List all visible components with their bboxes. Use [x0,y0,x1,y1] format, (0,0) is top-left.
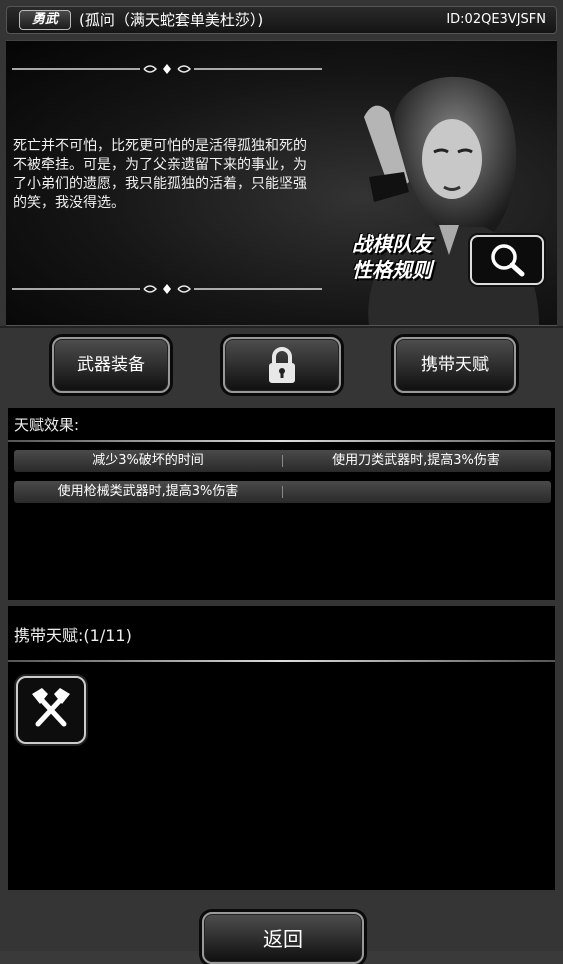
ornament-divider-bottom [12,284,322,294]
effect-cell: 使用刀类武器时,提高3%伤害 [332,453,500,468]
rank-badge: 勇武 [19,10,71,30]
carried-talents-panel: 携带天赋:(1/11) [8,606,555,890]
weapons-equipment-button[interactable]: 武器装备 [52,337,170,393]
rules-label: 战棋队友 性格规则 [352,231,462,283]
ornament-divider-top [12,64,322,74]
player-id: ID:02QE3VJSFN [446,12,546,27]
talent-effect-panel: 天赋效果: 减少3%破坏的时间 使用刀类武器时,提高3%伤害 使用枪械类武器时,… [8,408,555,600]
locked-button[interactable] [223,337,341,393]
crossed-axes-icon [32,688,70,727]
effect-cell: 使用枪械类武器时,提高3%伤害 [57,484,239,499]
effect-row: 使用枪械类武器时,提高3%伤害 [14,481,551,503]
back-button[interactable]: 返回 [202,912,364,964]
magnifier-icon [491,244,525,277]
talent-effect-title: 天赋效果: [14,416,80,434]
divider [8,660,555,662]
effect-row: 减少3%破坏的时间 使用刀类武器时,提高3%伤害 [14,450,551,472]
talent-slot[interactable] [16,676,86,744]
game-screen: 勇武 (孤问（满天蛇套单美杜莎）) ID:02QE3VJSFN 死亡并不可怕，比… [0,0,563,964]
character-story-panel: 死亡并不可怕，比死更可怕的是活得孤独和死的不被牵挂。可是，为了父亲遗留下来的事业… [6,40,557,326]
carry-talent-button[interactable]: 携带天赋 [394,337,516,393]
character-header: 勇武 (孤问（满天蛇套单美杜莎）) ID:02QE3VJSFN [6,6,557,34]
divider [8,440,555,442]
carried-talents-title: 携带天赋:(1/11) [14,626,132,645]
rules-line-2: 性格规则 [352,258,432,282]
lock-icon [269,347,295,383]
rules-line-1: 战棋队友 [352,232,432,256]
view-rules-button[interactable] [470,235,544,285]
effect-cell: 减少3%破坏的时间 [92,453,204,468]
divider [282,486,283,498]
story-text: 死亡并不可怕，比死更可怕的是活得孤独和死的不被牵挂。可是，为了父亲遗留下来的事业… [13,138,307,211]
character-title: (孤问（满天蛇套单美杜莎）) [79,11,264,29]
divider [0,326,563,328]
